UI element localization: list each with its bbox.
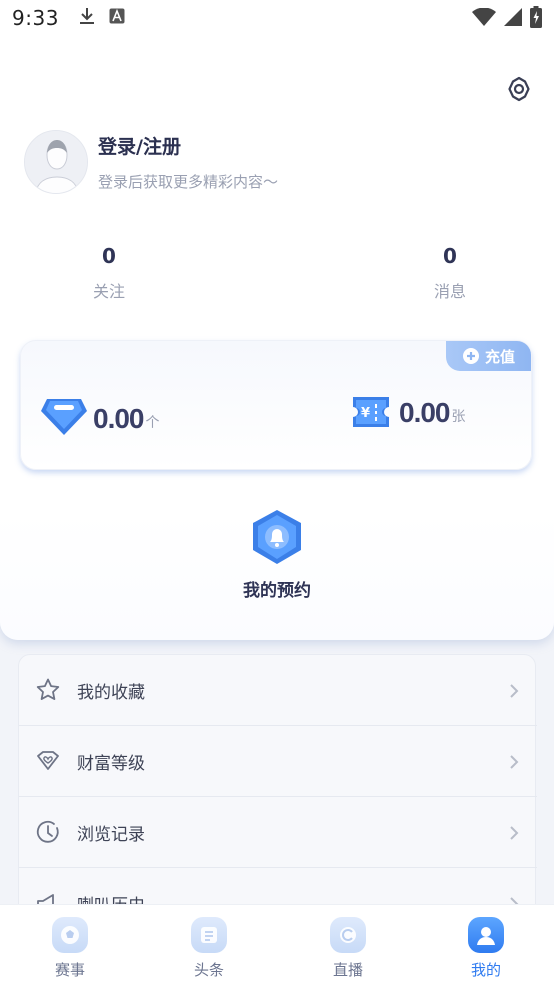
menu-item-wealth-level[interactable]: 财富等级 <box>19 726 537 797</box>
ticket-unit: 张 <box>451 409 466 425</box>
chevron-right-icon <box>510 755 519 769</box>
menu-item-favorites[interactable]: 我的收藏 <box>19 655 537 726</box>
stat-messages[interactable]: 0 消息 <box>410 244 490 302</box>
bell-icon <box>253 510 301 564</box>
diamond-icon <box>41 399 87 435</box>
heart-badge-icon <box>37 751 59 770</box>
status-bar: 9:33 <box>0 0 554 36</box>
login-register-link[interactable]: 登录/注册 <box>98 132 181 159</box>
menu-label-favorites: 我的收藏 <box>77 682 145 703</box>
user-icon <box>468 917 504 953</box>
tab-headlines[interactable]: 头条 <box>169 917 249 980</box>
live-icon <box>330 917 366 953</box>
chevron-right-icon <box>510 826 519 840</box>
star-icon <box>36 678 60 700</box>
tab-live[interactable]: 直播 <box>308 917 388 980</box>
stat-follow-value: 0 <box>102 244 116 268</box>
tab-label-live: 直播 <box>332 961 363 979</box>
ticket-value: 0.00 <box>399 397 450 428</box>
stat-follow[interactable]: 0 关注 <box>69 244 149 302</box>
wifi-icon <box>472 7 496 30</box>
diamond-balance[interactable]: 0.00 个 <box>41 393 160 437</box>
tab-label-matches: 赛事 <box>54 961 85 979</box>
diamond-value: 0.00 <box>93 403 144 434</box>
bottom-tab-bar: 赛事 头条 直播 我的 <box>0 904 554 984</box>
avatar[interactable] <box>24 130 88 194</box>
default-avatar-icon <box>25 131 87 193</box>
menu-item-history[interactable]: 浏览记录 <box>19 797 537 868</box>
ticket-icon: ¥ <box>353 397 389 427</box>
clock-icon <box>36 820 59 843</box>
stat-messages-value: 0 <box>443 244 457 268</box>
tab-label-mine: 我的 <box>470 961 501 979</box>
tab-mine[interactable]: 我的 <box>446 917 526 980</box>
stat-messages-label: 消息 <box>433 282 466 301</box>
soccer-icon <box>52 917 88 953</box>
tab-matches[interactable]: 赛事 <box>30 917 110 980</box>
stat-follow-label: 关注 <box>92 282 125 301</box>
ticket-balance[interactable]: ¥ 0.00 张 <box>349 393 466 431</box>
tab-label-headlines: 头条 <box>193 961 224 979</box>
login-subtitle: 登录后获取更多精彩内容～ <box>98 173 279 191</box>
wallet-card: 充值 0.00 个 ¥ 0.00 张 <box>20 340 532 470</box>
menu-label-wealth-level: 财富等级 <box>77 753 145 774</box>
recharge-button[interactable]: 充值 <box>446 341 531 371</box>
news-icon <box>191 917 227 953</box>
svg-text:¥: ¥ <box>361 406 370 421</box>
settings-button[interactable] <box>504 74 534 104</box>
download-icon <box>79 7 95 29</box>
chevron-right-icon <box>510 684 519 698</box>
text-a-icon <box>109 8 125 28</box>
recharge-label: 充值 <box>484 347 515 366</box>
signal-icon <box>504 8 522 30</box>
reservation-label: 我的预约 <box>243 581 311 601</box>
plus-circle-icon <box>462 348 479 364</box>
menu-label-history: 浏览记录 <box>77 824 145 845</box>
battery-icon <box>530 6 542 32</box>
my-reservation-button[interactable]: 我的预约 <box>0 508 554 601</box>
diamond-unit: 个 <box>145 415 160 431</box>
gear-icon <box>508 76 530 102</box>
status-time: 9:33 <box>12 6 59 30</box>
